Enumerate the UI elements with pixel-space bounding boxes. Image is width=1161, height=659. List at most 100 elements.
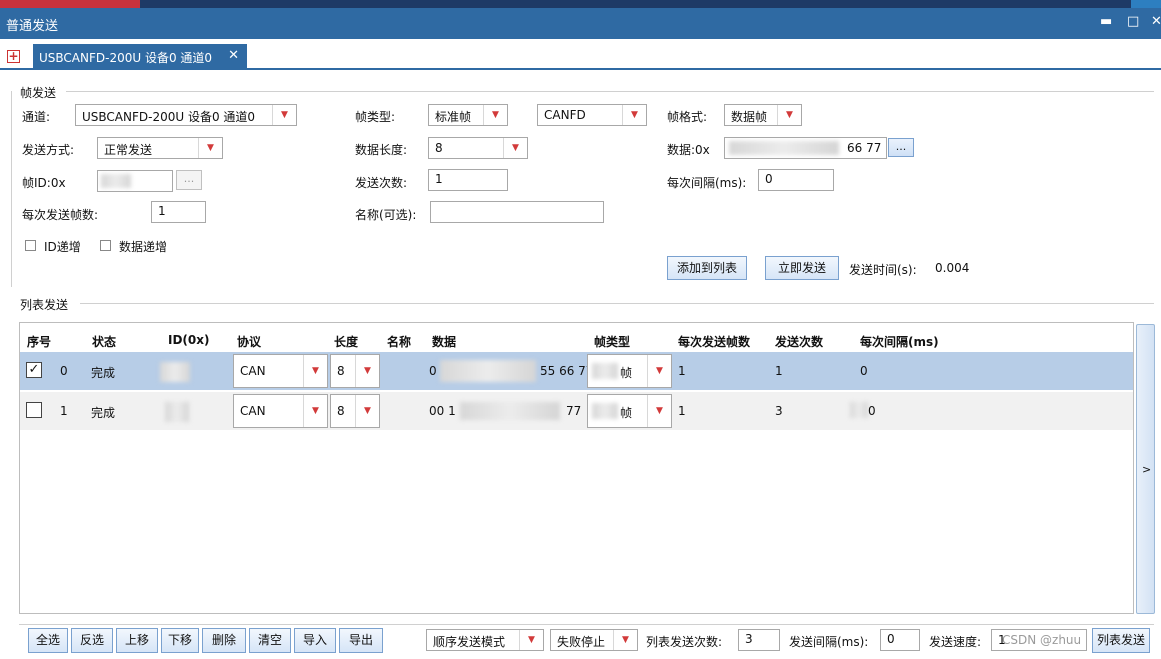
add-to-list-button[interactable]: 添加到列表 [667, 256, 747, 280]
col-header-length[interactable]: 长度 [334, 333, 358, 350]
data-input[interactable]: 66 77 [724, 137, 887, 159]
row-frame-type: 帧 [620, 406, 633, 420]
frame-id-input[interactable] [97, 170, 173, 192]
chevron-down-icon: ▼ [777, 105, 801, 125]
row-frame-type: 帧 [620, 366, 633, 380]
add-tab-icon[interactable]: + [7, 50, 20, 63]
row-interval: 0 [868, 404, 876, 418]
col-header-data[interactable]: 数据 [432, 333, 456, 350]
list-send-button[interactable]: 列表发送 [1092, 628, 1150, 653]
frame-format-select[interactable]: 数据帧 ▼ [724, 104, 802, 126]
row-checkbox[interactable]: ✓ [26, 362, 42, 378]
name-input[interactable] [430, 201, 604, 223]
frame-type-label: 帧类型: [355, 110, 396, 124]
invert-selection-button[interactable]: 反选 [71, 628, 113, 653]
select-all-button[interactable]: 全选 [28, 628, 68, 653]
row-status: 完成 [91, 406, 116, 420]
frames-per-send-label: 每次发送帧数: [22, 208, 99, 222]
minimize-icon[interactable]: ▬ [1100, 14, 1112, 29]
send-now-button[interactable]: 立即发送 [765, 256, 839, 280]
frames-per-send-input[interactable]: 1 [151, 201, 206, 223]
send-count-input[interactable]: 1 [428, 169, 508, 191]
send-mode-dropdown-value: 顺序发送模式 [433, 635, 506, 649]
app-menu-strip [0, 0, 1161, 8]
row-protocol-select[interactable]: CAN ▼ [233, 394, 328, 428]
move-up-button[interactable]: 上移 [116, 628, 158, 653]
data-edit-button[interactable]: ... [888, 138, 914, 157]
window-title-bar: 普通发送 ▬ □ ✕ [0, 8, 1161, 39]
fail-stop-value: 失败停止 [557, 635, 606, 649]
col-header-index[interactable]: 序号 [27, 333, 51, 350]
clear-button[interactable]: 清空 [249, 628, 291, 653]
watermark-text: CSDN @zhuu [1002, 633, 1082, 647]
protocol-value: CANFD [544, 108, 586, 122]
tab-close-icon[interactable]: ✕ [228, 48, 239, 63]
col-header-frame-type[interactable]: 帧类型 [594, 333, 630, 350]
chevron-down-icon: ▼ [613, 630, 637, 650]
chevron-down-icon: ▼ [647, 355, 671, 387]
row-protocol-select[interactable]: CAN ▼ [233, 354, 328, 388]
row-checkbox[interactable] [26, 402, 42, 418]
chevron-down-icon: ▼ [303, 355, 327, 387]
chevron-right-icon: > [1142, 463, 1152, 476]
row-protocol: CAN [240, 404, 266, 418]
fail-stop-dropdown[interactable]: 失败停止 ▼ [550, 629, 638, 651]
row-count: 3 [775, 404, 783, 418]
col-header-count[interactable]: 发送次数 [775, 333, 823, 350]
data-length-select[interactable]: 8 ▼ [428, 137, 528, 159]
data-label: 数据:0x [667, 143, 710, 157]
interval-label: 每次间隔(ms): [667, 176, 747, 190]
side-expander[interactable]: > [1136, 324, 1155, 614]
row-data-start: 00 1 [429, 404, 456, 418]
send-mode-select[interactable]: 正常发送 ▼ [97, 137, 223, 159]
channel-value: USBCANFD-200U 设备0 通道0 [82, 110, 256, 124]
redacted-frame-type [592, 363, 618, 379]
list-count-input[interactable]: 3 [738, 629, 780, 651]
send-mode-dropdown[interactable]: 顺序发送模式 ▼ [426, 629, 544, 651]
chevron-down-icon: ▼ [647, 395, 671, 427]
chevron-down-icon: ▼ [198, 138, 222, 158]
maximize-icon[interactable]: □ [1127, 14, 1139, 29]
frame-format-value: 数据帧 [731, 110, 768, 124]
channel-label: 通道: [22, 110, 51, 124]
row-frame-type-select[interactable]: 帧 ▼ [587, 394, 672, 428]
table-row[interactable]: 1 完成 CAN ▼ 8 ▼ 00 1 77 帧 ▼ 1 3 0 [20, 392, 1133, 430]
export-button[interactable]: 导出 [339, 628, 383, 653]
row-length-select[interactable]: 8 ▼ [330, 394, 380, 428]
protocol-select[interactable]: CANFD ▼ [537, 104, 647, 126]
col-header-protocol[interactable]: 协议 [237, 333, 261, 350]
row-frame-type-select[interactable]: 帧 ▼ [587, 354, 672, 388]
frame-id-edit-button[interactable]: ... [176, 170, 202, 190]
move-down-button[interactable]: 下移 [161, 628, 199, 653]
id-increment-checkbox[interactable] [25, 240, 36, 251]
tab-bar: + USBCANFD-200U 设备0 通道0 ✕ [0, 39, 1161, 70]
data-increment-checkbox[interactable] [100, 240, 111, 251]
delete-button[interactable]: 删除 [202, 628, 246, 653]
redacted-frame-type [592, 403, 618, 419]
col-header-status[interactable]: 状态 [92, 333, 116, 350]
interval-input[interactable]: 0 [758, 169, 834, 191]
row-frames: 1 [678, 364, 686, 378]
col-header-name[interactable]: 名称 [387, 333, 411, 350]
import-button[interactable]: 导入 [294, 628, 336, 653]
col-header-id[interactable]: ID(0x) [168, 333, 209, 347]
send-interval-input[interactable]: 0 [880, 629, 920, 651]
row-length-select[interactable]: 8 ▼ [330, 354, 380, 388]
send-time-label: 发送时间(s): [849, 263, 917, 277]
send-speed-label: 发送速度: [929, 635, 982, 649]
data-value: 66 77 [847, 141, 882, 155]
channel-select[interactable]: USBCANFD-200U 设备0 通道0 ▼ [75, 104, 297, 126]
col-header-interval[interactable]: 每次间隔(ms) [860, 333, 939, 350]
list-count-label: 列表发送次数: [646, 635, 723, 649]
send-interval-label: 发送间隔(ms): [789, 635, 869, 649]
close-icon[interactable]: ✕ [1151, 14, 1161, 29]
redacted-data [729, 141, 839, 155]
table-row[interactable]: ✓ 0 完成 CAN ▼ 8 ▼ 0 55 66 77 帧 ▼ 1 1 0 [20, 352, 1133, 390]
col-header-frames[interactable]: 每次发送帧数 [678, 333, 750, 350]
window-title: 普通发送 [6, 19, 59, 34]
data-length-label: 数据长度: [355, 143, 408, 157]
row-index: 1 [60, 404, 68, 418]
row-protocol: CAN [240, 364, 266, 378]
frame-type-select[interactable]: 标准帧 ▼ [428, 104, 508, 126]
tab-channel[interactable]: USBCANFD-200U 设备0 通道0 ✕ [33, 44, 247, 70]
